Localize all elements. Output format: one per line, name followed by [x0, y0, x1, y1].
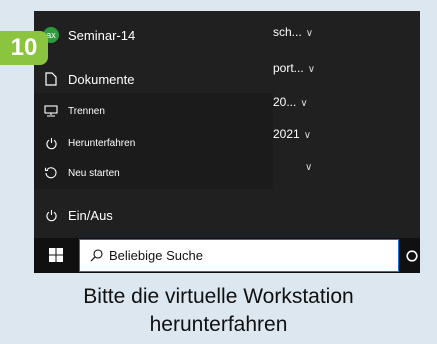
background-item-label: 20... [273, 95, 297, 109]
search-placeholder: Beliebige Suche [109, 248, 203, 263]
power-label: Ein/Aus [68, 207, 113, 223]
power-button[interactable]: Ein/Aus [34, 203, 273, 227]
background-item-label: sch... [273, 25, 302, 39]
chevron-down-icon: ∨ [305, 28, 314, 39]
power-submenu: Trennen Herunterfahren Neu starten [34, 93, 273, 189]
menu-item-label: Trennen [68, 105, 105, 117]
menu-item-shutdown[interactable]: Herunterfahren [34, 131, 273, 155]
taskbar: Beliebige Suche [34, 238, 420, 273]
background-item[interactable]: sch... ∨ [273, 25, 363, 39]
documents-item[interactable]: Dokumente [34, 67, 273, 91]
windows-start-icon[interactable] [49, 248, 63, 262]
menu-item-label: Herunterfahren [68, 137, 136, 149]
windows-screenshot: sch... ∨ port... ∨ 20... ∨ 2021 ∨ ∨ ax Semin… [34, 11, 420, 273]
background-item[interactable]: 2021 ∨ [273, 127, 363, 141]
background-item-label: 2021 [273, 127, 300, 141]
chevron-down-icon: ∨ [307, 64, 316, 75]
user-name: Seminar-14 [68, 27, 136, 43]
background-item[interactable]: 20... ∨ [273, 95, 363, 109]
menu-item-restart[interactable]: Neu starten [34, 161, 273, 185]
power-icon [34, 137, 68, 150]
background-item[interactable]: port... ∨ [273, 61, 363, 75]
chevron-down-icon: ∨ [303, 130, 312, 141]
background-item-label: port... [273, 61, 304, 75]
documents-label: Dokumente [68, 71, 135, 87]
start-menu: ax Seminar-14 Dokumente Trennen Herunter… [34, 11, 273, 238]
cortana-icon[interactable] [406, 249, 418, 262]
instruction-caption: Bitte die virtuelle Workstation herunter… [0, 283, 437, 339]
restart-icon [34, 166, 68, 180]
caption-line: herunterfahren [149, 313, 288, 336]
menu-item-label: Neu starten [68, 167, 120, 179]
power-icon [34, 209, 68, 222]
background-list [273, 11, 420, 238]
caption-line: Bitte die virtuelle Workstation [83, 285, 354, 308]
instruction-card: sch... ∨ port... ∨ 20... ∨ 2021 ∨ ∨ ax Semin… [0, 0, 437, 344]
step-number-badge: 10 [0, 31, 48, 65]
search-box[interactable]: Beliebige Suche [79, 239, 399, 272]
disconnect-icon [34, 105, 68, 117]
user-account[interactable]: ax Seminar-14 [34, 25, 273, 45]
search-icon [90, 249, 103, 262]
document-icon [34, 72, 68, 86]
chevron-down-icon[interactable]: ∨ [301, 159, 391, 173]
chevron-down-icon: ∨ [300, 98, 308, 109]
menu-item-disconnect[interactable]: Trennen [34, 99, 273, 123]
